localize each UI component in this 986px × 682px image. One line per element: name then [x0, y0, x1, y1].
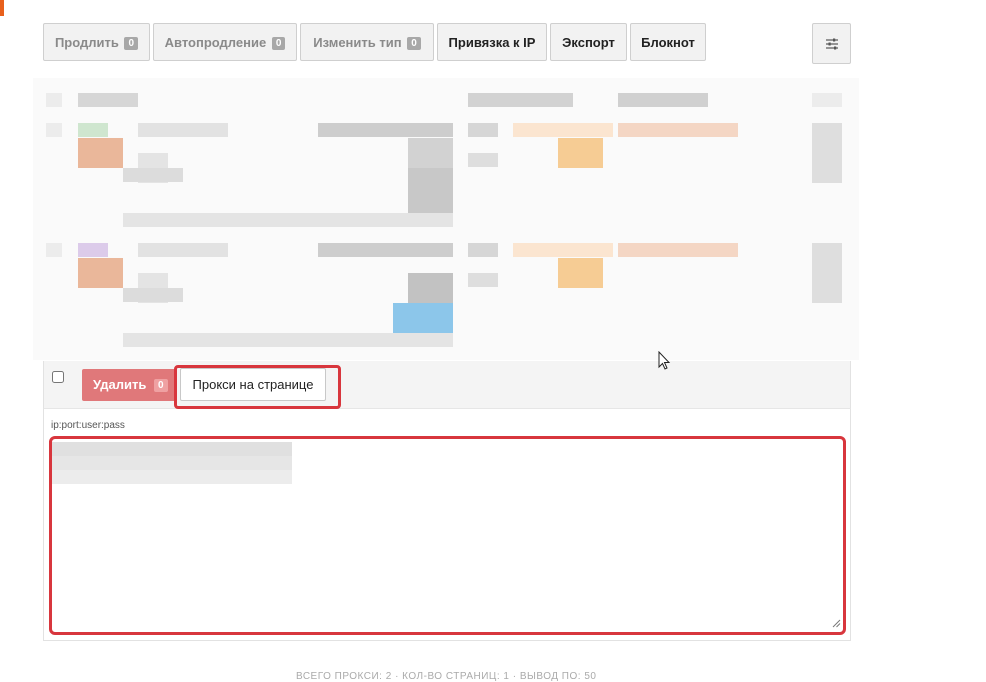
- ip-binding-label: Привязка к IP: [448, 35, 536, 50]
- redacted-pixel-block: [123, 288, 183, 302]
- redacted-pixel-block: [468, 93, 573, 107]
- redacted-pixel-block: [618, 243, 738, 257]
- autorenew-label: Автопродление: [164, 35, 267, 50]
- redacted-pixel-block: [513, 123, 613, 137]
- redacted-pixel-block: [78, 123, 108, 137]
- delete-button[interactable]: Удалить 0: [82, 369, 176, 401]
- redacted-pixel-block: [393, 303, 453, 333]
- proxy-table-redacted: [33, 78, 859, 360]
- export-label: Экспорт: [562, 35, 615, 50]
- redacted-pixel-block: [46, 93, 62, 107]
- delete-count-badge: 0: [153, 379, 168, 392]
- redacted-pixel-block: [318, 243, 453, 257]
- redacted-pixel-block: [318, 123, 453, 137]
- notepad-label: Блокнот: [641, 35, 695, 50]
- redacted-pixel-block: [618, 93, 708, 107]
- redacted-pixel-block: [46, 123, 62, 137]
- select-all-checkbox[interactable]: [52, 371, 64, 383]
- change-type-button[interactable]: Изменить тип 0: [300, 23, 434, 61]
- redacted-pixel-block: [408, 273, 453, 303]
- highlight-proxy-textarea: [49, 436, 846, 635]
- sliders-icon: [825, 38, 838, 49]
- redacted-pixel-block: [408, 168, 453, 213]
- redacted-pixel-block: [468, 123, 498, 137]
- redacted-pixel-block: [46, 243, 62, 257]
- redacted-pixel-block: [558, 138, 603, 168]
- redacted-pixel-block: [123, 213, 453, 227]
- redacted-pixel-block: [408, 138, 453, 168]
- renew-label: Продлить: [54, 35, 119, 50]
- change-type-label: Изменить тип: [313, 35, 402, 50]
- notepad-button[interactable]: Блокнот: [630, 23, 706, 61]
- autorenew-button[interactable]: Автопродление 0: [153, 23, 297, 61]
- renew-button[interactable]: Продлить 0: [43, 23, 150, 61]
- column-settings-button[interactable]: [812, 23, 851, 64]
- redacted-pixel-block: [618, 123, 738, 137]
- redacted-pixel-block: [138, 123, 228, 137]
- redacted-pixel-block: [78, 258, 123, 288]
- highlight-proxies-button: [174, 365, 341, 409]
- ip-binding-button[interactable]: Привязка к IP: [437, 23, 547, 61]
- change-type-count-badge: 0: [407, 37, 421, 50]
- redacted-pixel-block: [78, 138, 123, 168]
- redacted-pixel-block: [468, 153, 498, 167]
- mouse-cursor-icon: [658, 351, 671, 370]
- brand-accent-strip: [0, 0, 4, 16]
- redacted-pixel-block: [123, 168, 183, 182]
- delete-label: Удалить: [93, 377, 147, 392]
- redacted-pixel-block: [558, 258, 603, 288]
- renew-count-badge: 0: [124, 37, 139, 50]
- redacted-pixel-block: [468, 273, 498, 287]
- proxy-format-label: ip:port:user:pass: [51, 420, 125, 431]
- redacted-pixel-block: [812, 123, 842, 183]
- redacted-pixel-block: [123, 333, 453, 347]
- redacted-pixel-block: [812, 93, 842, 107]
- redacted-pixel-block: [78, 243, 108, 257]
- redacted-pixel-block: [468, 243, 498, 257]
- redacted-pixel-block: [138, 243, 228, 257]
- redacted-pixel-block: [812, 243, 842, 303]
- redacted-pixel-block: [78, 93, 138, 107]
- bulk-action-bar: Удалить 0 Прокси на странице: [43, 361, 851, 409]
- redacted-pixel-block: [513, 243, 613, 257]
- export-button[interactable]: Экспорт: [550, 23, 627, 61]
- autorenew-count-badge: 0: [271, 37, 286, 50]
